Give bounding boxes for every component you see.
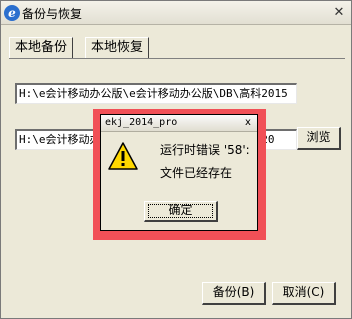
tab-local-restore[interactable]: 本地恢复: [85, 37, 150, 59]
backup-button[interactable]: 备份(B): [202, 282, 266, 305]
error-dialog-close-button[interactable]: x: [241, 116, 255, 130]
e-logo-icon: e: [4, 5, 20, 21]
warning-icon: [108, 142, 138, 170]
title-bar: e 备份与恢复 ✕: [1, 1, 351, 25]
error-message-line2: 文件已经存在: [160, 166, 233, 180]
backup-path-field[interactable]: H:\e会计移动办公版\e会计移动办公版\DB\高科2015: [15, 83, 297, 104]
cancel-button[interactable]: 取消(C): [272, 282, 336, 305]
window-close-button[interactable]: ✕: [330, 4, 348, 21]
error-message-line1: 运行时错误 '58':: [160, 143, 250, 157]
error-dialog-title: ekj_2014_pro: [105, 117, 178, 128]
error-dialog-title-bar: ekj_2014_pro x: [101, 115, 257, 132]
tab-local-backup[interactable]: 本地备份: [9, 37, 74, 59]
window-title: 备份与恢复: [22, 7, 83, 21]
tab-divider: [9, 58, 345, 59]
error-dialog: ekj_2014_pro x 运行时错误 '58': 文件已经存在 确定: [100, 114, 258, 231]
browse-button[interactable]: 浏览: [297, 127, 341, 150]
ok-button[interactable]: 确定: [144, 201, 218, 222]
